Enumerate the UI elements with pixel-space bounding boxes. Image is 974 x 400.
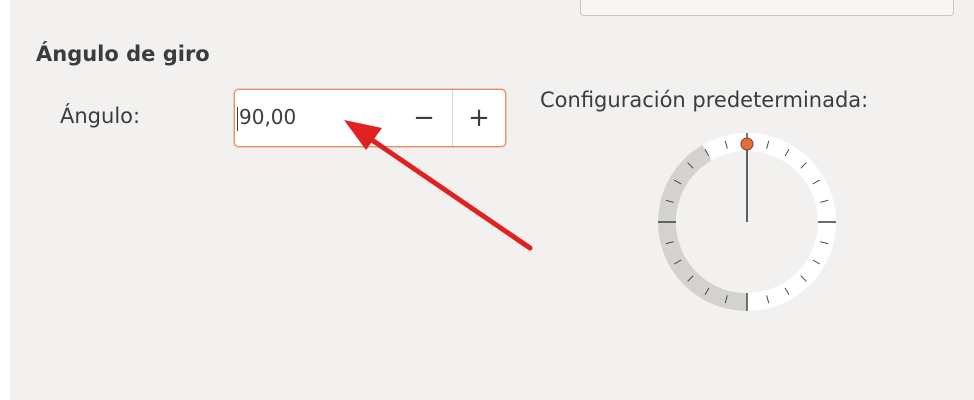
rotation-dial[interactable] xyxy=(650,130,844,320)
dial-knob[interactable] xyxy=(740,137,754,151)
top-dropdown[interactable] xyxy=(580,0,954,16)
dial-shaded-arc xyxy=(658,144,748,311)
text-cursor xyxy=(237,106,238,131)
angle-input[interactable]: 90,00 xyxy=(235,105,396,131)
angle-spin-field[interactable]: 90,00 − + xyxy=(234,89,506,147)
section-title: Ángulo de giro xyxy=(36,42,210,66)
increment-button[interactable]: + xyxy=(452,90,505,146)
angle-value: 90,00 xyxy=(239,105,297,130)
decrement-button[interactable]: − xyxy=(396,90,452,146)
default-settings-label: Configuración predeterminada: xyxy=(540,88,869,112)
angle-label: Ángulo: xyxy=(60,104,141,128)
